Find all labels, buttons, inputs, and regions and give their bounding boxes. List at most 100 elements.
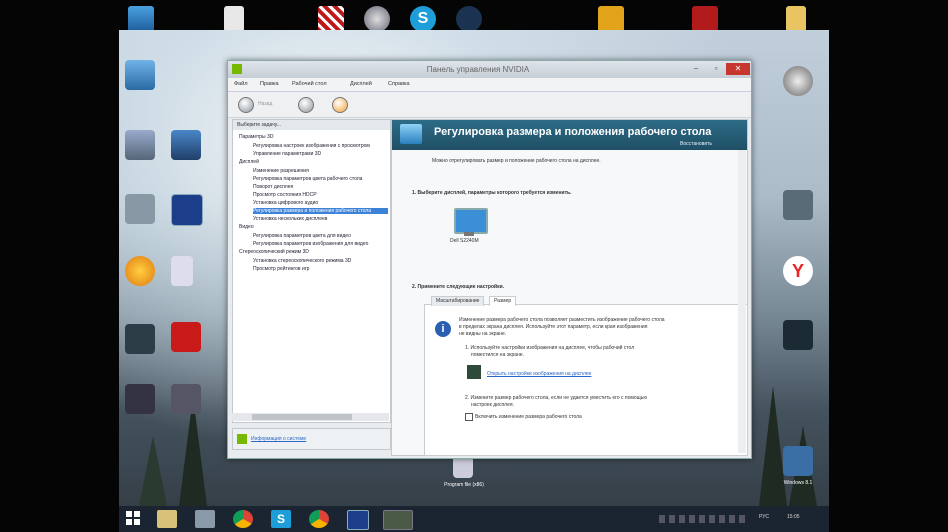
tree-item[interactable]: Регулировка параметров цвета рабочего ст… xyxy=(253,176,362,182)
tree-item[interactable]: Установка цифрового аудио xyxy=(253,200,318,206)
monitor-label: Dell S2240M xyxy=(450,238,479,244)
ampbox-icon[interactable] xyxy=(125,256,155,286)
photo-icon[interactable] xyxy=(195,510,215,528)
back-label: Назад xyxy=(258,101,273,107)
nvidia-icon[interactable] xyxy=(383,510,413,530)
tree-item[interactable]: Установка стереоскопического режима 3D xyxy=(253,258,351,264)
outer-desktop: S xyxy=(0,0,948,32)
tree-item[interactable]: Регулировка параметров цвета для видео xyxy=(253,233,351,239)
tree-item[interactable]: Управление параметрами 3D xyxy=(253,151,321,157)
app-icon-1[interactable] xyxy=(125,194,155,224)
settings-icon[interactable] xyxy=(171,194,203,226)
tray-icons[interactable] xyxy=(659,515,749,523)
app-icon-4[interactable] xyxy=(125,324,155,354)
vertical-scrollbar[interactable] xyxy=(738,150,746,453)
horizontal-scrollbar[interactable] xyxy=(232,413,389,421)
tree-category[interactable]: Стереоскопический режим 3D xyxy=(239,249,309,255)
page-title: Регулировка размера и положения рабочего… xyxy=(434,126,712,138)
menu-display[interactable]: Дисплей xyxy=(350,81,372,87)
monitor-display-icon[interactable] xyxy=(454,208,488,234)
menu-desktop[interactable]: Рабочий стол xyxy=(292,81,327,87)
tree-decoration xyxy=(759,386,787,506)
program-icon[interactable] xyxy=(318,6,344,32)
system-info-bar: Информация о системе xyxy=(232,428,391,450)
task-tree-pane: Выберите задачу... Параметры 3D Регулиров… xyxy=(232,119,391,423)
chrome-icon[interactable] xyxy=(233,510,253,528)
home-button[interactable] xyxy=(332,97,348,113)
tray-language[interactable]: РУС xyxy=(759,514,769,520)
start-button[interactable] xyxy=(125,510,145,528)
network-icon[interactable] xyxy=(125,130,155,160)
skype-icon[interactable]: S xyxy=(271,510,291,528)
yandex-icon[interactable]: Y xyxy=(783,256,813,286)
skype-icon[interactable]: S xyxy=(410,6,436,32)
window-title: Панель управления NVIDIA xyxy=(426,65,530,74)
center-icon-label: Program file (x86) xyxy=(444,482,484,488)
tab-scaling[interactable]: Масштабирование xyxy=(431,296,485,306)
title-bar: Панель управления NVIDIA – ▫ ✕ xyxy=(228,61,751,78)
scrollbar-thumb[interactable] xyxy=(252,414,352,420)
taskbar: S РУС 15:05 xyxy=(119,506,829,532)
back-button[interactable] xyxy=(238,97,254,113)
minimize-button[interactable]: – xyxy=(686,63,706,75)
tree-item[interactable]: Просмотр состояния HDCP xyxy=(253,192,317,198)
tree-item[interactable]: Изменение разрешения xyxy=(253,168,309,174)
computer-icon[interactable] xyxy=(128,6,154,32)
step1-text: 1. Выберите дисплей, параметры которого … xyxy=(412,190,572,196)
app-icon-right-3[interactable] xyxy=(783,320,813,350)
display-settings-icon xyxy=(467,365,481,379)
tree-item[interactable]: Установка нескольких дисплеев xyxy=(253,216,327,222)
menu-help[interactable]: Справка xyxy=(388,81,410,87)
file-icon[interactable] xyxy=(224,6,244,32)
dota-icon[interactable] xyxy=(692,6,718,32)
maximize-button[interactable]: ▫ xyxy=(706,63,726,75)
app-icon-2[interactable] xyxy=(171,130,201,160)
ui-icon[interactable] xyxy=(364,6,390,32)
info-text-line2: в пределах экрана дисплея. Используйте э… xyxy=(459,324,648,330)
tray-clock[interactable]: 15:05 xyxy=(787,514,800,520)
tree-item[interactable]: Регулировка параметров изображения для в… xyxy=(253,241,368,247)
file-icon[interactable] xyxy=(171,256,193,286)
app-icon[interactable] xyxy=(347,510,369,530)
bullet1-text-cont: поместился на экране. xyxy=(471,352,524,358)
chrome-icon-2[interactable] xyxy=(309,510,329,528)
recycle-bin-icon[interactable] xyxy=(125,60,155,90)
info-icon: i xyxy=(435,321,451,337)
bullet1-text: 1. Используйте настройки изображения на … xyxy=(465,345,635,351)
tree-category[interactable]: Дисплей xyxy=(239,159,259,165)
app-icon-5[interactable] xyxy=(125,384,155,414)
menu-edit[interactable]: Правка xyxy=(260,81,279,87)
app-icon-right-2[interactable] xyxy=(783,190,813,220)
tree-category[interactable]: Видео xyxy=(239,224,254,230)
folder-icon[interactable] xyxy=(786,6,806,32)
center-file-icon[interactable] xyxy=(453,456,473,478)
close-button[interactable]: ✕ xyxy=(726,63,750,75)
tree-item[interactable]: Поворот дисплея xyxy=(253,184,293,190)
bullet2-text: 2. Измените размер рабочего стола, если … xyxy=(465,395,648,401)
app-icon-right-4[interactable] xyxy=(783,446,813,476)
forward-button[interactable] xyxy=(298,97,314,113)
game-icon[interactable] xyxy=(598,6,624,32)
nvidia-control-panel-window: Панель управления NVIDIA – ▫ ✕ Файл Прав… xyxy=(227,60,752,459)
tree-category[interactable]: Параметры 3D xyxy=(239,134,273,140)
app-icon-6[interactable] xyxy=(171,384,201,414)
tree-item[interactable]: Регулировка размера и положения рабочего… xyxy=(253,208,388,214)
game-icon[interactable] xyxy=(171,322,201,352)
app-icon-right-1[interactable] xyxy=(783,66,813,96)
menu-file[interactable]: Файл xyxy=(234,81,248,87)
steam-icon[interactable] xyxy=(456,6,482,32)
restore-defaults-link[interactable]: Восстановить xyxy=(680,141,712,147)
tree-item[interactable]: Просмотр рейтингов игр xyxy=(253,266,309,272)
tree-item[interactable]: Регулировка настроек изображения с просм… xyxy=(253,143,370,149)
info-text-line1: Изменение размера рабочего стола позволя… xyxy=(459,317,665,323)
settings-tab-panel: Масштабирование Размер i Изменение разме… xyxy=(424,296,748,456)
info-text-line3: не видны на экране. xyxy=(459,331,507,337)
tab-size[interactable]: Размер xyxy=(489,296,517,306)
system-info-link[interactable]: Информация о системе xyxy=(251,436,306,442)
desktop-icon-label: Windows 8.1 xyxy=(783,480,813,486)
resize-checkbox[interactable] xyxy=(465,413,473,421)
content-pane: Регулировка размера и положения рабочего… xyxy=(391,119,748,456)
open-display-settings-link[interactable]: Открыть настройки изображения на дисплее xyxy=(487,371,591,377)
intro-text: Можно отрегулировать размер и положение … xyxy=(432,158,601,164)
explorer-icon[interactable] xyxy=(157,510,177,528)
